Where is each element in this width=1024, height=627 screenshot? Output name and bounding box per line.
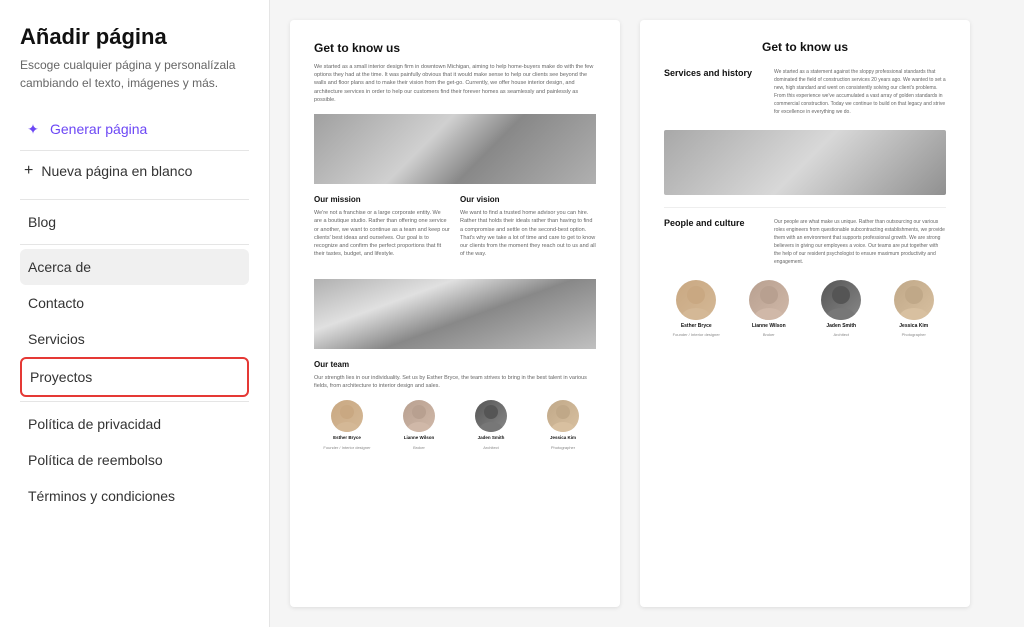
rp-team-member-4: Jessica Kim Photographer bbox=[882, 280, 947, 337]
sidebar-item-blog[interactable]: Blog bbox=[20, 204, 249, 240]
member-role-4: Photographer bbox=[551, 445, 575, 451]
preview-left-body: We started as a small interior design fi… bbox=[314, 63, 596, 104]
rp-divider-1 bbox=[664, 207, 946, 208]
rp-member-role-1: Founder / Interior designer bbox=[673, 332, 720, 337]
team-member-2: Lianne Wilson Broker bbox=[386, 400, 452, 450]
preview-left-vision: Our vision We want to find a trusted hom… bbox=[460, 194, 596, 269]
team-heading: Our team bbox=[314, 359, 596, 370]
divider-3 bbox=[20, 244, 249, 245]
team-row: Esther Bryce Founder / Interior designer… bbox=[314, 400, 596, 450]
rp-services-text: We started as a statement against the sl… bbox=[774, 68, 946, 116]
avatar-jaden bbox=[475, 400, 507, 432]
plus-icon: + bbox=[24, 163, 33, 179]
rp-member-name-1: Esther Bryce bbox=[681, 323, 712, 329]
sparkle-icon: ✦ bbox=[24, 120, 42, 138]
avatar-jessica bbox=[547, 400, 579, 432]
sidebar: Añadir página Escoge cualquier página y … bbox=[0, 0, 270, 627]
rp-avatar-jessica bbox=[894, 280, 934, 320]
preview-card-right[interactable]: Get to know us Services and history We s… bbox=[640, 20, 970, 607]
rp-member-name-2: Lianne Wilson bbox=[752, 323, 786, 329]
rp-team-row: Esther Bryce Founder / Interior designer… bbox=[664, 280, 946, 337]
avatar-esther bbox=[331, 400, 363, 432]
generate-page-button[interactable]: ✦ Generar página bbox=[20, 112, 249, 146]
page-subtitle: Escoge cualquier página y personalízala … bbox=[20, 56, 249, 92]
preview-left-inner: Get to know us We started as a small int… bbox=[290, 20, 620, 470]
preview-left-image-1 bbox=[314, 114, 596, 184]
member-name-1: Esther Bryce bbox=[333, 435, 361, 441]
preview-left-mission: Our mission We're not a franchise or a l… bbox=[314, 194, 450, 269]
rp-member-name-3: Jaden Smith bbox=[826, 323, 856, 329]
sidebar-item-acerca[interactable]: Acerca de bbox=[20, 249, 249, 285]
sidebar-item-privacidad[interactable]: Política de privacidad bbox=[20, 406, 249, 442]
new-blank-label: Nueva página en blanco bbox=[41, 163, 192, 179]
preview-left-mission-vision: Our mission We're not a franchise or a l… bbox=[314, 194, 596, 269]
team-text: Our strength lies in our individuality. … bbox=[314, 374, 596, 391]
rp-member-role-4: Photographer bbox=[902, 332, 926, 337]
sidebar-item-reembolso[interactable]: Política de reembolso bbox=[20, 442, 249, 478]
divider-1 bbox=[20, 150, 249, 151]
page-title: Añadir página bbox=[20, 24, 249, 50]
member-role-2: Broker bbox=[413, 445, 425, 451]
rp-section-services: Services and history We started as a sta… bbox=[664, 68, 946, 116]
preview-left-image-2 bbox=[314, 279, 596, 349]
main-content: Get to know us We started as a small int… bbox=[270, 0, 1024, 627]
generate-page-label: Generar página bbox=[50, 121, 147, 137]
team-member-3: Jaden Smith Architect bbox=[458, 400, 524, 450]
rp-avatar-lianne bbox=[749, 280, 789, 320]
avatar-lianne bbox=[403, 400, 435, 432]
member-role-1: Founder / Interior designer bbox=[323, 445, 370, 451]
mission-text: We're not a franchise or a large corpora… bbox=[314, 209, 450, 259]
rp-member-name-4: Jessica Kim bbox=[899, 323, 928, 329]
new-blank-page-button[interactable]: + Nueva página en blanco bbox=[20, 155, 249, 187]
rp-people-title: People and culture bbox=[664, 218, 764, 230]
rp-avatar-esther bbox=[676, 280, 716, 320]
rp-member-role-3: Architect bbox=[833, 332, 849, 337]
rp-member-role-2: Broker bbox=[763, 332, 775, 337]
rp-avatar-jaden bbox=[821, 280, 861, 320]
divider-2 bbox=[20, 199, 249, 200]
member-role-3: Architect bbox=[483, 445, 499, 451]
vision-text: We want to find a trusted home advisor y… bbox=[460, 209, 596, 259]
team-member-1: Esther Bryce Founder / Interior designer bbox=[314, 400, 380, 450]
rp-services-title: Services and history bbox=[664, 68, 764, 80]
rp-team-member-3: Jaden Smith Architect bbox=[809, 280, 874, 337]
preview-right-inner: Get to know us Services and history We s… bbox=[640, 20, 970, 357]
vision-title: Our vision bbox=[460, 194, 596, 205]
sidebar-item-terminos[interactable]: Términos y condiciones bbox=[20, 478, 249, 514]
mission-title: Our mission bbox=[314, 194, 450, 205]
member-name-3: Jaden Smith bbox=[478, 435, 505, 441]
rp-team-member-2: Lianne Wilson Broker bbox=[737, 280, 802, 337]
member-name-2: Lianne Wilson bbox=[404, 435, 434, 441]
team-member-4: Jessica Kim Photographer bbox=[530, 400, 596, 450]
preview-card-left[interactable]: Get to know us We started as a small int… bbox=[290, 20, 620, 607]
rp-section-people: People and culture Our people are what m… bbox=[664, 218, 946, 266]
sidebar-item-servicios[interactable]: Servicios bbox=[20, 321, 249, 357]
preview-left-heading: Get to know us bbox=[314, 40, 596, 57]
sidebar-item-contacto[interactable]: Contacto bbox=[20, 285, 249, 321]
preview-right-image-1 bbox=[664, 130, 946, 195]
rp-people-text: Our people are what make us unique. Rath… bbox=[774, 218, 946, 266]
member-name-4: Jessica Kim bbox=[550, 435, 576, 441]
preview-right-heading: Get to know us bbox=[664, 40, 946, 54]
sidebar-item-proyectos[interactable]: Proyectos bbox=[20, 357, 249, 397]
rp-team-member-1: Esther Bryce Founder / Interior designer bbox=[664, 280, 729, 337]
divider-4 bbox=[20, 401, 249, 402]
